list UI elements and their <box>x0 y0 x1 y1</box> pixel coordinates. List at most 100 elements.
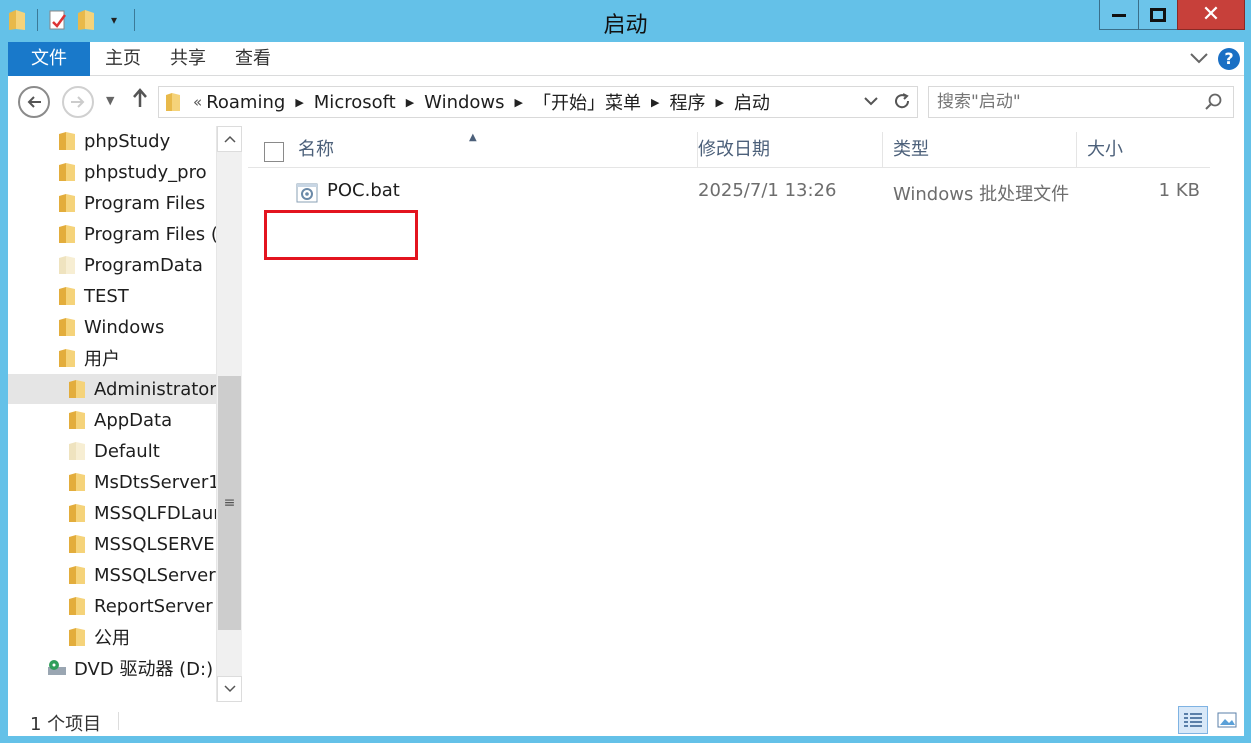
breadcrumb-start-menu[interactable]: 「开始」菜单 <box>533 89 641 115</box>
tab-view[interactable]: 查看 <box>235 42 271 76</box>
refresh-icon[interactable] <box>893 92 911 114</box>
chevron-right-icon[interactable]: ▶ <box>515 96 523 109</box>
nav-tree-label: Program Files (x <box>84 223 216 245</box>
up-button[interactable] <box>132 88 148 114</box>
breadcrumb-startup[interactable]: 启动 <box>734 89 770 115</box>
search-box[interactable] <box>928 86 1234 118</box>
tab-home[interactable]: 主页 <box>105 42 141 76</box>
nav-tree-item[interactable]: Windows <box>8 312 216 342</box>
nav-tree-item[interactable]: phpStudy <box>8 126 216 156</box>
dvd-drive-icon <box>46 658 74 678</box>
file-modified: 2025/7/1 13:26 <box>698 180 837 201</box>
folder-icon <box>56 286 84 306</box>
breadcrumb-overflow[interactable]: « <box>193 93 202 111</box>
nav-tree-item[interactable]: 用户 <box>8 343 216 373</box>
title-bar[interactable]: ▾ 启动 ✕ <box>0 0 1251 40</box>
close-button[interactable]: ✕ <box>1177 0 1245 30</box>
window-title: 启动 <box>603 13 648 38</box>
nav-tree-item[interactable]: MSSQLServerO <box>8 560 216 590</box>
view-switcher <box>1178 706 1242 734</box>
search-icon[interactable] <box>1205 93 1223 111</box>
large-icons-view-button[interactable] <box>1212 706 1242 734</box>
nav-tree-label: MSSQLServerO <box>94 564 216 586</box>
arrow-right-icon <box>71 96 85 108</box>
nav-tree-label: phpStudy <box>84 130 171 152</box>
nav-tree-item[interactable]: MSSQLSERVER <box>8 529 216 559</box>
file-name[interactable]: POC.bat <box>327 180 400 201</box>
folder-icon <box>56 193 84 213</box>
column-header-size[interactable]: 大小 <box>1077 132 1210 168</box>
nav-tree-label: MSSQLSERVER <box>94 533 216 555</box>
folder-icon <box>56 224 84 244</box>
chevron-down-icon[interactable] <box>863 92 879 114</box>
nav-tree-label: MsDtsServer1 <box>94 471 216 493</box>
nav-tree-item[interactable]: phpstudy_pro <box>8 157 216 187</box>
breadcrumb-programs[interactable]: 程序 <box>669 89 705 115</box>
nav-tree-item[interactable]: Program Files <box>8 188 216 218</box>
minimize-icon <box>1112 13 1126 17</box>
folder-icon <box>66 565 94 585</box>
close-icon: ✕ <box>1201 2 1221 27</box>
folder-icon <box>56 255 84 275</box>
nav-tree-label: Administrator <box>94 378 216 400</box>
breadcrumb-windows[interactable]: Windows <box>424 92 504 113</box>
tab-share[interactable]: 共享 <box>170 42 206 76</box>
details-view-button[interactable] <box>1178 706 1208 734</box>
file-list: 名称 ▲ 修改日期 类型 大小 POC.bat 2025/7/1 13:26 W… <box>248 126 1244 706</box>
chevron-right-icon[interactable]: ▶ <box>651 96 659 109</box>
explorer-window: ▾ 启动 ✕ 文件 主页 共享 查看 ? ▼ « Roaming ▶ Micro… <box>0 0 1251 743</box>
address-bar[interactable]: « Roaming ▶ Microsoft ▶ Windows ▶ 「开始」菜单… <box>158 86 918 118</box>
folder-icon <box>66 627 94 647</box>
chevron-up-icon <box>223 135 236 143</box>
recent-locations-icon[interactable]: ▼ <box>106 94 114 107</box>
nav-tree-item[interactable]: DVD 驱动器 (D:) S <box>8 653 216 683</box>
nav-tree-item[interactable]: MsDtsServer1 <box>8 467 216 497</box>
column-header-type[interactable]: 类型 <box>883 132 1077 168</box>
navigation-scrollbar[interactable]: ≡ <box>216 126 242 702</box>
window-frame: 文件 主页 共享 查看 ? ▼ « Roaming ▶ Microsoft ▶ … <box>8 42 1244 736</box>
nav-tree-label: phpstudy_pro <box>84 161 207 183</box>
chevron-right-icon[interactable]: ▶ <box>406 96 414 109</box>
column-headers: 名称 ▲ 修改日期 类型 大小 <box>248 132 1210 168</box>
nav-tree-label: 公用 <box>94 628 130 649</box>
nav-tree-item[interactable]: MSSQLFDLaun <box>8 498 216 528</box>
nav-tree-item[interactable]: TEST <box>8 281 216 311</box>
column-header-name[interactable]: 名称 <box>288 132 698 168</box>
file-size: 1 KB <box>1158 180 1200 201</box>
window-controls: ✕ <box>1099 0 1245 30</box>
nav-tree-item[interactable]: 公用 <box>8 622 216 652</box>
select-all-checkbox[interactable] <box>264 142 284 162</box>
scroll-thumb[interactable]: ≡ <box>218 376 241 630</box>
nav-tree-label: Windows <box>84 316 165 338</box>
details-view-icon <box>1184 713 1202 727</box>
nav-tree-label: DVD 驱动器 (D:) S <box>74 659 216 680</box>
nav-tree-item[interactable]: ProgramData <box>8 250 216 280</box>
help-icon[interactable]: ? <box>1218 48 1240 70</box>
nav-tree-item[interactable]: Program Files (x <box>8 219 216 249</box>
search-input[interactable] <box>937 91 1197 113</box>
nav-tree-label: TEST <box>84 285 129 307</box>
expand-ribbon-icon[interactable] <box>1190 48 1208 69</box>
status-bar: 1 个项目 <box>8 706 1244 736</box>
arrow-up-icon <box>133 88 147 107</box>
scroll-up-button[interactable] <box>217 126 242 152</box>
nav-tree-item[interactable]: ReportServer <box>8 591 216 621</box>
folder-icon <box>66 410 94 430</box>
file-type: Windows 批处理文件 <box>893 184 1070 205</box>
nav-tree-item[interactable]: Administrator <box>8 374 216 404</box>
column-header-modified[interactable]: 修改日期 <box>688 132 883 168</box>
folder-icon <box>66 441 94 461</box>
file-row[interactable]: POC.bat 2025/7/1 13:26 Windows 批处理文件 1 K… <box>248 176 1210 208</box>
breadcrumb-microsoft[interactable]: Microsoft <box>314 92 396 113</box>
scroll-down-button[interactable] <box>217 676 242 702</box>
chevron-right-icon[interactable]: ▶ <box>295 96 303 109</box>
forward-button[interactable] <box>62 86 94 118</box>
chevron-right-icon[interactable]: ▶ <box>715 96 723 109</box>
breadcrumb-roaming[interactable]: Roaming <box>206 92 285 113</box>
maximize-button[interactable] <box>1138 0 1178 30</box>
minimize-button[interactable] <box>1099 0 1139 30</box>
back-button[interactable] <box>18 86 50 118</box>
nav-tree-item[interactable]: AppData <box>8 405 216 435</box>
tab-file[interactable]: 文件 <box>8 42 90 76</box>
nav-tree-item[interactable]: Default <box>8 436 216 466</box>
